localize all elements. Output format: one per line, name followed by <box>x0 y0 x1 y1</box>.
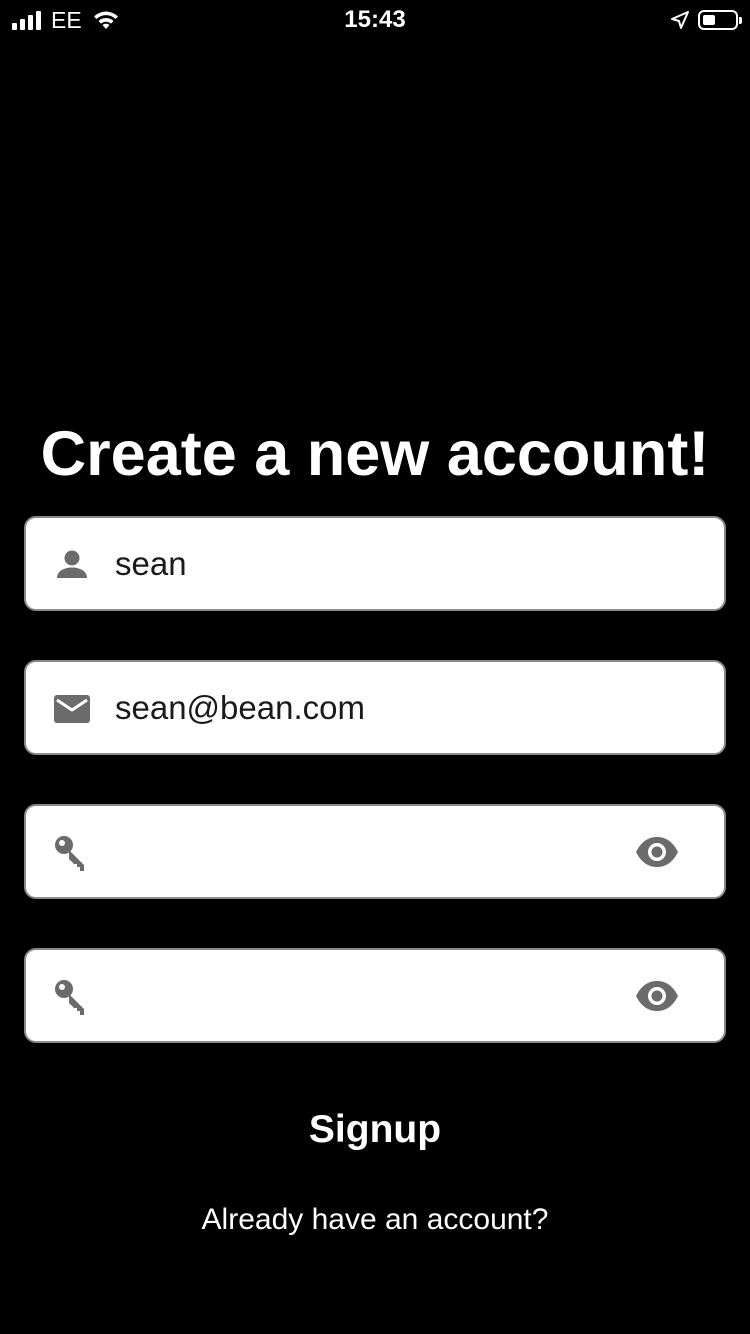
username-field[interactable] <box>24 516 726 611</box>
email-field[interactable] <box>24 660 726 755</box>
login-link[interactable]: Already have an account? <box>125 1203 625 1237</box>
battery-nub <box>739 17 742 24</box>
page-title: Create a new account! <box>40 419 710 489</box>
battery-icon <box>698 10 742 30</box>
signup-button[interactable]: Signup <box>275 1100 475 1160</box>
status-right <box>670 8 742 32</box>
confirm-password-input[interactable] <box>115 950 635 1041</box>
battery-level <box>703 15 715 25</box>
status-bar: EE 15:43 <box>0 0 750 40</box>
eye-icon[interactable] <box>634 978 680 1014</box>
email-input[interactable] <box>115 662 635 753</box>
key-icon <box>55 836 84 871</box>
mail-icon <box>54 695 90 723</box>
person-icon <box>57 550 87 578</box>
username-input[interactable] <box>115 518 635 609</box>
status-time: 15:43 <box>344 6 406 33</box>
location-arrow-icon <box>671 11 689 29</box>
confirm-password-field[interactable] <box>24 948 726 1043</box>
password-field[interactable] <box>24 804 726 899</box>
eye-icon[interactable] <box>634 834 680 870</box>
key-icon <box>55 980 84 1015</box>
password-input[interactable] <box>115 806 635 897</box>
